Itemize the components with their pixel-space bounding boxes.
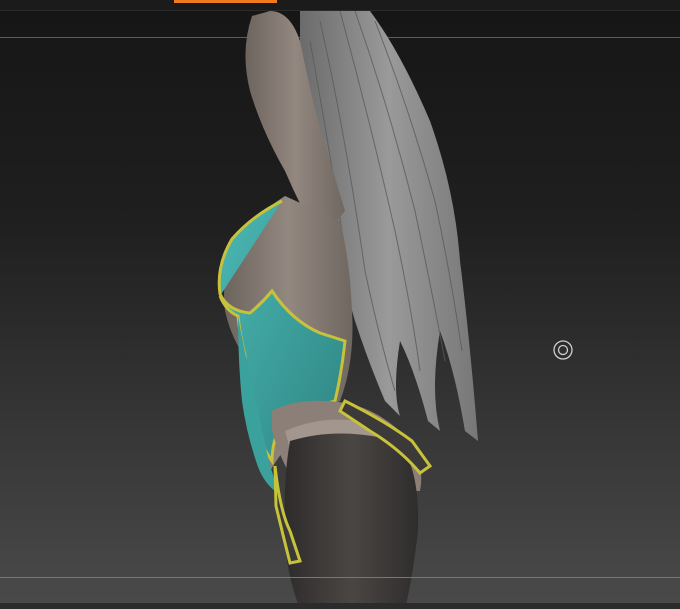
viewport-guide-line-bottom	[0, 577, 680, 578]
stocking-leg	[284, 433, 419, 609]
bottom-shelf	[0, 603, 680, 609]
3d-viewport[interactable]	[0, 11, 680, 609]
active-tab-indicator[interactable]	[174, 0, 277, 3]
target-circle-icon[interactable]	[553, 340, 573, 360]
top-toolbar	[0, 0, 680, 11]
sculpt-app	[0, 0, 680, 609]
sculpted-figure-model[interactable]	[0, 11, 680, 609]
